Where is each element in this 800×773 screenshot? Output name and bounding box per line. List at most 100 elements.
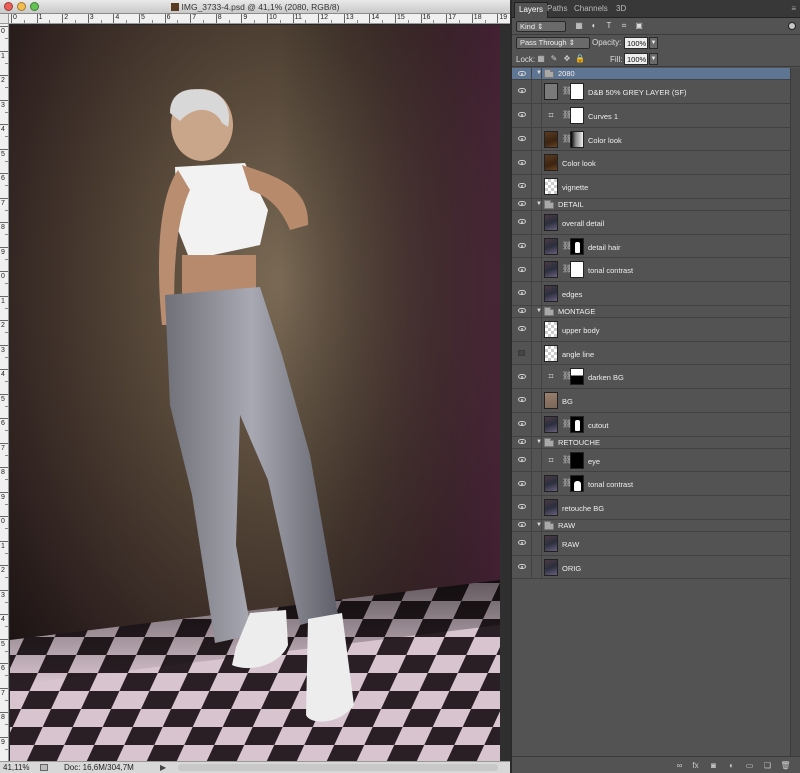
layer-row[interactable]: ⌗ ⛓ eye: [512, 448, 790, 473]
layer-thumbnail[interactable]: [544, 344, 558, 362]
visibility-toggle[interactable]: [512, 496, 532, 519]
layer-group-row[interactable]: ▼ RAW: [512, 519, 790, 532]
layer-thumbnail[interactable]: [544, 130, 558, 148]
visibility-toggle[interactable]: [512, 151, 532, 174]
layer-row[interactable]: ⌗ ⛓ Curves 1: [512, 103, 790, 128]
visibility-toggle[interactable]: [512, 317, 532, 341]
layer-mask-thumbnail[interactable]: [570, 83, 584, 100]
fx-icon[interactable]: fx: [690, 760, 701, 771]
layer-thumbnail[interactable]: [544, 213, 558, 231]
layer-row[interactable]: ⌗ ⛓ darken BG: [512, 365, 790, 389]
layer-row[interactable]: ⛓ D&B 50% GREY LAYER (SF): [512, 80, 790, 104]
layer-mask-thumbnail[interactable]: [570, 237, 584, 255]
layer-mask-thumbnail[interactable]: [570, 130, 584, 148]
layer-row[interactable]: angle line: [512, 341, 790, 366]
layer-mask-thumbnail[interactable]: [570, 368, 584, 386]
layer-mask-thumbnail[interactable]: [570, 261, 584, 279]
smart-object-filter-icon[interactable]: ▣: [634, 21, 644, 31]
adjustment-filter-icon[interactable]: ◐: [589, 21, 599, 31]
layer-thumbnail[interactable]: [544, 261, 558, 279]
vertical-ruler[interactable]: 0 1 2 3 4 5 6 7 8 9 0 1 2 3 4 5 6 7 8 9 0 1 2 3 4 5 6 7 8 9: [0, 24, 9, 761]
layer-mask-thumbnail[interactable]: [570, 475, 584, 493]
layer-row[interactable]: ⛓ tonal contrast: [512, 472, 790, 496]
lock-all-icon[interactable]: 🔒: [575, 54, 585, 64]
new-layer-icon[interactable]: ❏: [762, 760, 773, 771]
layer-row[interactable]: ⛓ Color look: [512, 127, 790, 152]
fill-input[interactable]: 100%: [624, 53, 648, 65]
canvas-horizontal-scrollbar[interactable]: [178, 764, 498, 771]
layer-group-row[interactable]: ▼ 2080: [512, 68, 790, 80]
new-group-icon[interactable]: ▭: [744, 760, 755, 771]
panel-menu-icon[interactable]: ≡: [791, 4, 796, 13]
layer-row[interactable]: ⛓ tonal contrast: [512, 258, 790, 282]
layer-thumbnail[interactable]: [544, 499, 558, 516]
visibility-toggle[interactable]: [512, 282, 532, 305]
add-mask-icon[interactable]: ◙: [708, 760, 719, 771]
filter-kind-select[interactable]: Kind ⇕: [516, 21, 566, 32]
shape-filter-icon[interactable]: ⌗: [619, 21, 629, 31]
layer-group-row[interactable]: ▼ DETAIL: [512, 198, 790, 211]
layer-row[interactable]: retouche BG: [512, 496, 790, 520]
visibility-toggle[interactable]: [512, 198, 532, 210]
group-expand-arrow-icon[interactable]: ▼: [536, 522, 542, 528]
visibility-toggle[interactable]: [512, 531, 532, 555]
visibility-toggle[interactable]: [512, 341, 532, 365]
tab-paths[interactable]: Paths: [547, 4, 567, 13]
blend-mode-select[interactable]: Pass Through ⇕: [516, 37, 590, 49]
visibility-toggle[interactable]: [512, 365, 532, 388]
layer-row[interactable]: RAW: [512, 531, 790, 556]
visibility-toggle[interactable]: [512, 258, 532, 281]
layer-row[interactable]: BG: [512, 389, 790, 413]
fill-slider-arrow-icon[interactable]: ▼: [649, 53, 658, 65]
link-layers-icon[interactable]: ∞: [674, 760, 685, 771]
horizontal-ruler[interactable]: 0 1 2 3 4 5 6 7 8 9 10 11 12 13 14 15 16 17 18 19: [9, 14, 510, 24]
visibility-toggle[interactable]: [512, 103, 532, 127]
layer-thumbnail[interactable]: [544, 178, 558, 195]
layer-row[interactable]: Color look: [512, 151, 790, 175]
document-titlebar[interactable]: IMG_3733-4.psd @ 41,1% (2080, RGB/8): [0, 0, 510, 14]
visibility-toggle[interactable]: [512, 412, 532, 436]
layer-thumbnail[interactable]: [544, 415, 558, 433]
delete-icon[interactable]: 🗑: [780, 760, 791, 771]
lock-position-icon[interactable]: ✥: [562, 54, 572, 64]
lock-transparent-icon[interactable]: ▦: [536, 54, 546, 64]
filter-toggle[interactable]: [788, 22, 796, 30]
visibility-toggle[interactable]: [512, 555, 532, 579]
status-info-icon[interactable]: [40, 764, 48, 771]
image-canvas[interactable]: [10, 25, 500, 761]
zoom-level[interactable]: 41,11%: [3, 763, 30, 772]
adjustment-layer-icon[interactable]: ⌗: [544, 106, 558, 124]
visibility-toggle[interactable]: [512, 389, 532, 412]
layer-thumbnail[interactable]: [544, 154, 558, 172]
visibility-toggle[interactable]: [512, 519, 532, 531]
layer-group-row[interactable]: ▼ RETOUCHE: [512, 436, 790, 449]
layer-row[interactable]: ORIG: [512, 555, 790, 580]
adjustment-layer-icon[interactable]: ⌗: [544, 451, 558, 469]
visibility-toggle[interactable]: [512, 175, 532, 198]
layer-thumbnail[interactable]: [544, 392, 558, 409]
layer-row[interactable]: ⛓ cutout: [512, 412, 790, 437]
group-expand-arrow-icon[interactable]: ▼: [536, 201, 542, 207]
group-expand-arrow-icon[interactable]: ▼: [536, 439, 542, 445]
lock-image-icon[interactable]: ✎: [549, 54, 559, 64]
layers-scrollbar[interactable]: [790, 68, 800, 756]
tab-layers[interactable]: Layers: [514, 2, 549, 18]
adjustment-icon[interactable]: ◐: [726, 760, 737, 771]
layer-mask-thumbnail[interactable]: [570, 415, 584, 433]
opacity-input[interactable]: 100%: [624, 37, 648, 49]
pixel-filter-icon[interactable]: ▦: [574, 21, 584, 31]
visibility-toggle[interactable]: [512, 305, 532, 317]
layer-mask-thumbnail[interactable]: [570, 106, 584, 124]
visibility-toggle[interactable]: [512, 234, 532, 258]
layer-thumbnail[interactable]: [544, 558, 558, 576]
visibility-toggle[interactable]: [512, 68, 532, 79]
group-expand-arrow-icon[interactable]: ▼: [536, 308, 542, 314]
layer-thumbnail[interactable]: [544, 534, 558, 552]
layer-row[interactable]: upper body: [512, 317, 790, 342]
visibility-toggle[interactable]: [512, 127, 532, 151]
tab-channels[interactable]: Channels: [574, 4, 608, 13]
layer-row[interactable]: ⛓ detail hair: [512, 234, 790, 259]
layer-thumbnail[interactable]: [544, 320, 558, 338]
type-filter-icon[interactable]: T: [604, 21, 614, 31]
opacity-slider-arrow-icon[interactable]: ▼: [649, 37, 658, 49]
